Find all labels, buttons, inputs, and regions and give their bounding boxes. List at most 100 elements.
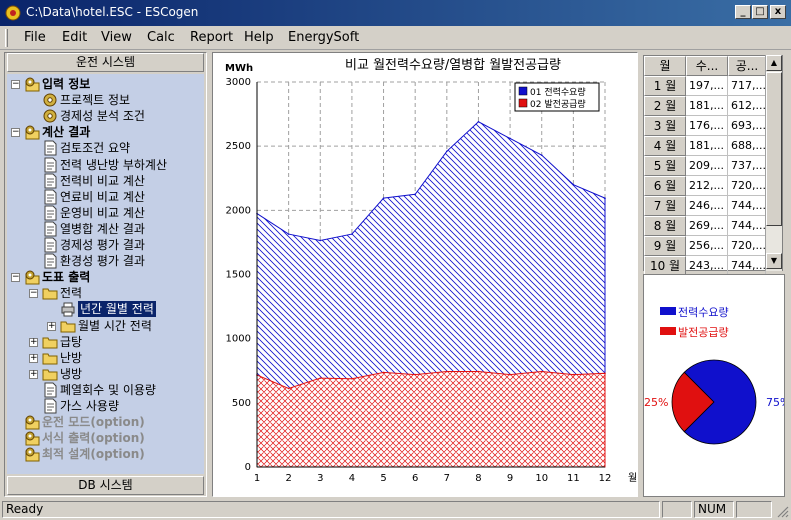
x-tick-label: 11 (567, 473, 580, 484)
tree-node[interactable]: 도표 출력 (42, 269, 90, 285)
table-cell[interactable]: 717,... (728, 76, 766, 96)
title-bar: C:\Data\hotel.ESC - ESCogen _ □ x (0, 0, 791, 26)
scroll-thumb[interactable] (766, 72, 782, 226)
table-row-header[interactable]: 8 월 (644, 216, 686, 236)
menu-calc[interactable]: Calc (147, 30, 175, 45)
y-tick-label: 0 (245, 462, 251, 473)
tree-node[interactable]: 환경성 평가 결과 (60, 253, 145, 269)
tree-node[interactable]: 전력 냉난방 부하계산 (60, 157, 167, 173)
table-cell[interactable]: 212,... (686, 176, 728, 196)
table-cell[interactable]: 197,... (686, 76, 728, 96)
menu-view[interactable]: View (101, 30, 132, 45)
tree-node[interactable]: 운전 모드(option) (42, 414, 145, 430)
tree-node[interactable]: 프로젝트 정보 (60, 92, 130, 108)
table-header-cell[interactable]: 월 (644, 56, 686, 76)
close-button[interactable]: x (770, 5, 786, 19)
tree-node[interactable]: 계산 결과 (42, 124, 90, 140)
table-cell[interactable]: 693,... (728, 116, 766, 136)
table-scrollbar[interactable]: ▲ ▼ (765, 55, 782, 271)
table-cell[interactable]: 269,... (686, 216, 728, 236)
table-row-header[interactable]: 9 월 (644, 236, 686, 256)
table-cell[interactable]: 720,... (728, 236, 766, 256)
x-tick-label: 8 (475, 473, 481, 484)
minimize-button[interactable]: _ (735, 5, 751, 19)
tree-node[interactable]: 월별 시간 전력 (78, 318, 152, 334)
table-cell[interactable]: 181,... (686, 136, 728, 156)
tree-node[interactable]: 열병합 계산 결과 (60, 221, 145, 237)
table-cell[interactable]: 181,... (686, 96, 728, 116)
table-cell[interactable]: 256,... (686, 236, 728, 256)
data-point (319, 239, 322, 242)
table-row-header[interactable]: 7 월 (644, 196, 686, 216)
expand-toggle[interactable]: + (47, 321, 56, 331)
monthly-data-table[interactable]: 월 수... 공... 1 월 197,... 717,... 2 월 181,... 612,… (643, 55, 783, 276)
collapse-toggle[interactable]: − (11, 273, 20, 283)
expand-toggle[interactable]: + (29, 369, 38, 379)
tree-node[interactable]: 서식 출력(option) (42, 430, 145, 446)
data-point (540, 370, 543, 373)
tree-node[interactable]: 운영비 비교 계산 (60, 205, 145, 221)
data-point (604, 197, 606, 199)
collapse-toggle[interactable]: − (11, 80, 20, 89)
maximize-button[interactable]: □ (752, 5, 768, 19)
tree-node[interactable]: 년간 월별 전력 (78, 301, 156, 318)
table-row-header[interactable]: 10 월 (644, 256, 686, 276)
tree-node[interactable]: 경제성 평가 결과 (60, 237, 145, 253)
tree-node[interactable]: 최적 설계(option) (42, 446, 145, 462)
table-cell[interactable]: 243,... (686, 256, 728, 276)
tree-node[interactable]: 폐열회수 및 이용량 (60, 382, 156, 398)
table-row-header[interactable]: 3 월 (644, 116, 686, 136)
menu-energysoft[interactable]: EnergySoft (288, 30, 359, 45)
document-icon (44, 157, 57, 172)
tree-node[interactable]: 가스 사용량 (60, 398, 119, 414)
data-point (351, 233, 353, 235)
tree-node[interactable]: 전력비 비교 계산 (60, 173, 145, 189)
table-cell[interactable]: 744,... (728, 196, 766, 216)
tree-node[interactable]: 냉방 (60, 366, 82, 382)
scroll-down-button[interactable]: ▼ (766, 253, 782, 269)
scroll-up-button[interactable]: ▲ (766, 55, 782, 71)
tree-node[interactable]: 검토조건 요약 (60, 140, 130, 156)
series-area-2 (256, 371, 606, 468)
table-row-header[interactable]: 5 월 (644, 156, 686, 176)
tree-node[interactable]: 급탕 (60, 334, 82, 350)
expand-toggle[interactable]: + (29, 337, 38, 347)
data-point (414, 193, 416, 196)
x-tick-label: 7 (444, 473, 450, 484)
document-icon (44, 398, 57, 414)
menu-help[interactable]: Help (244, 30, 274, 45)
table-cell[interactable]: 737,... (728, 156, 766, 176)
collapse-toggle[interactable]: − (29, 289, 38, 299)
tree-node[interactable]: 입력 정보 (42, 76, 90, 92)
table-row-header[interactable]: 4 월 (644, 136, 686, 156)
table-header-cell[interactable]: 수... (686, 56, 728, 76)
resize-grip-icon[interactable] (775, 504, 789, 518)
table-cell[interactable]: 612,... (728, 96, 766, 116)
tree-node[interactable]: 연료비 비교 계산 (60, 189, 145, 205)
table-row-header[interactable]: 1 월 (644, 76, 686, 96)
status-cell-empty-2 (736, 501, 772, 518)
table-header-cell[interactable]: 공... (728, 56, 766, 76)
gear-folder-icon (25, 125, 40, 140)
table-row-header[interactable]: 6 월 (644, 176, 686, 196)
x-tick-label: 4 (349, 473, 355, 484)
db-system-header[interactable]: DB 시스템 (7, 476, 204, 495)
data-point (414, 373, 416, 376)
table-cell[interactable]: 176,... (686, 116, 728, 136)
operation-system-header[interactable]: 운전 시스템 (7, 53, 204, 72)
table-row-header[interactable]: 2 월 (644, 96, 686, 116)
collapse-toggle[interactable]: − (11, 128, 20, 138)
table-cell[interactable]: 744,... (728, 256, 766, 276)
table-cell[interactable]: 209,... (686, 156, 728, 176)
menu-report[interactable]: Report (190, 30, 233, 45)
tree-node[interactable]: 전력 (60, 285, 82, 301)
tree-node[interactable]: 난방 (60, 350, 82, 366)
table-cell[interactable]: 246,... (686, 196, 728, 216)
expand-toggle[interactable]: + (29, 353, 38, 363)
table-cell[interactable]: 720,... (728, 176, 766, 196)
menu-file[interactable]: File (24, 30, 46, 45)
table-cell[interactable]: 688,... (728, 136, 766, 156)
tree-node[interactable]: 경제성 분석 조건 (60, 108, 145, 124)
table-cell[interactable]: 744,... (728, 216, 766, 236)
menu-edit[interactable]: Edit (62, 30, 87, 45)
